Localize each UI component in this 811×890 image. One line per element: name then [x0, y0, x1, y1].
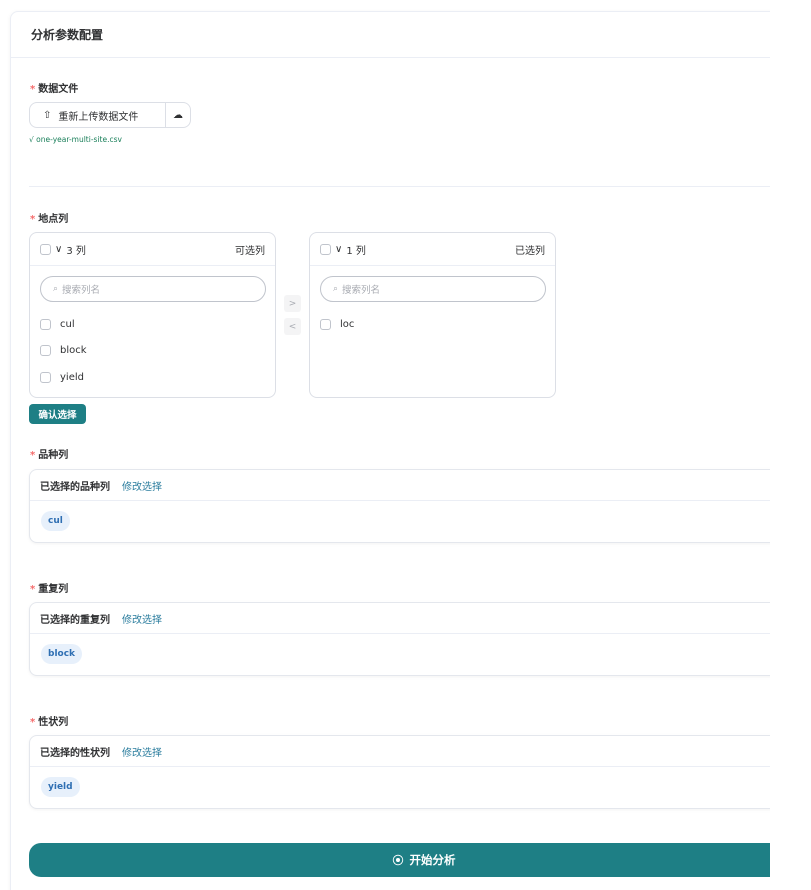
search-icon: ⌕	[333, 284, 339, 294]
required-mark: *	[30, 214, 36, 225]
selected-count: 1 列	[346, 245, 366, 257]
section-divider	[29, 186, 789, 187]
reupload-button-group: ⇧ 重新上传数据文件 ☁	[29, 102, 191, 128]
select-all-available-checkbox[interactable]	[40, 243, 51, 255]
variety-selection-card: 已选择的品种列 修改选择 cul	[29, 469, 799, 543]
required-mark: *	[30, 584, 36, 595]
replicate-selection-card: 已选择的重复列 修改选择 block	[29, 602, 799, 676]
start-analysis-label: 开始分析	[409, 853, 456, 867]
chevron-down-icon[interactable]: ∨	[55, 244, 62, 255]
required-mark: *	[30, 84, 36, 95]
card-header: 分析参数配置	[11, 12, 811, 58]
search-placeholder: 搜索列名	[342, 285, 381, 296]
uploaded-file-status: √ one-year-multi-site.csv	[29, 135, 122, 144]
required-mark: *	[30, 717, 36, 728]
variety-column-label: * 品种列	[30, 450, 69, 461]
available-panel-header: ∨ 3 列 可选列	[30, 233, 275, 266]
upload-icon: ⇧	[43, 109, 52, 121]
item-checkbox[interactable]	[40, 372, 51, 383]
available-columns-panel: ∨ 3 列 可选列 ⌕ 搜索列名 cul block yield	[29, 232, 276, 398]
trait-selection-card: 已选择的性状列 修改选择 yield	[29, 735, 799, 809]
data-file-label: * 数据文件	[30, 84, 79, 95]
replicate-tag: block	[41, 644, 83, 664]
selected-search-input[interactable]: ⌕ 搜索列名	[320, 276, 546, 302]
trait-modify-link[interactable]: 修改选择	[122, 744, 162, 759]
list-item[interactable]: block	[40, 345, 87, 356]
selected-columns-panel: ∨ 1 列 已选列 ⌕ 搜索列名 loc	[309, 232, 556, 398]
item-checkbox[interactable]	[320, 319, 331, 330]
uploaded-file-name: one-year-multi-site.csv	[36, 135, 122, 144]
replicate-modify-link[interactable]: 修改选择	[122, 611, 162, 626]
move-to-right-button[interactable]: >	[284, 295, 301, 312]
list-item[interactable]: yield	[40, 372, 84, 383]
select-all-selected-checkbox[interactable]	[320, 243, 331, 255]
replicate-selected-title: 已选择的重复列	[40, 614, 110, 626]
item-checkbox[interactable]	[40, 319, 51, 330]
reupload-label: 重新上传数据文件	[58, 111, 139, 123]
check-icon: √	[29, 135, 34, 144]
required-mark: *	[30, 450, 36, 461]
available-search-input[interactable]: ⌕ 搜索列名	[40, 276, 266, 302]
available-count: 3 列	[66, 245, 86, 257]
move-to-left-button[interactable]: <	[284, 318, 301, 335]
viewport-edge	[770, 0, 811, 890]
reupload-button[interactable]: ⇧ 重新上传数据文件	[30, 103, 165, 127]
trait-selection-header: 已选择的性状列 修改选择	[30, 736, 798, 767]
search-icon: ⌕	[53, 284, 59, 294]
item-checkbox[interactable]	[40, 345, 51, 356]
list-item[interactable]: cul	[40, 319, 75, 330]
location-column-label: * 地点列	[30, 214, 69, 225]
confirm-selection-button[interactable]: 确认选择	[29, 404, 86, 424]
variety-modify-link[interactable]: 修改选择	[122, 478, 162, 493]
play-circle-icon: ⦿	[392, 854, 404, 867]
trait-tag: yield	[41, 777, 80, 797]
trait-selected-title: 已选择的性状列	[40, 747, 110, 759]
trait-column-label: * 性状列	[30, 717, 69, 728]
cloud-upload-button[interactable]: ☁	[166, 103, 190, 127]
page-title: 分析参数配置	[31, 28, 104, 42]
cloud-icon: ☁	[173, 109, 183, 121]
variety-tag: cul	[41, 511, 70, 531]
variety-selected-title: 已选择的品种列	[40, 481, 110, 493]
list-item[interactable]: loc	[320, 319, 354, 330]
start-analysis-button[interactable]: ⦿ 开始分析	[29, 843, 811, 877]
chevron-down-icon[interactable]: ∨	[335, 244, 342, 255]
search-placeholder: 搜索列名	[62, 285, 101, 296]
replicate-selection-header: 已选择的重复列 修改选择	[30, 603, 798, 634]
replicate-column-label: * 重复列	[30, 584, 69, 595]
available-panel-title: 可选列	[235, 245, 265, 257]
variety-selection-header: 已选择的品种列 修改选择	[30, 470, 798, 501]
selected-panel-title: 已选列	[515, 245, 545, 257]
selected-panel-header: ∨ 1 列 已选列	[310, 233, 555, 266]
